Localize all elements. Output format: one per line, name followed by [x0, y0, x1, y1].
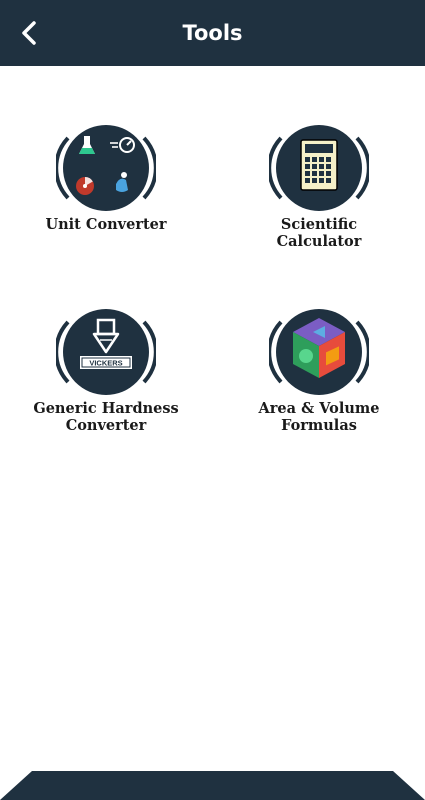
tool-label-line1: Area & Volume: [258, 400, 380, 417]
tool-label-line1: Scientific: [280, 216, 358, 233]
tool-generic-hardness-converter[interactable]: VICKERS Generic Hardness Converter: [6, 302, 206, 437]
geometric-shapes-icon: [269, 309, 369, 395]
tool-label-line2: Converter: [65, 417, 147, 434]
tool-label-line2: Calculator: [276, 233, 362, 250]
tool-label-line2: Formulas: [281, 417, 357, 434]
tool-label-line1: Unit Converter: [45, 216, 167, 233]
tool-unit-converter[interactable]: Unit Converter: [6, 118, 206, 248]
tool-scientific-calculator[interactable]: Scientific Calculator: [219, 118, 419, 253]
tool-area-volume-formulas[interactable]: Area & Volume Formulas: [219, 302, 419, 437]
tool-label-line1: Generic Hardness: [33, 400, 179, 417]
unit-converter-icon: [56, 125, 156, 211]
vickers-badge-text: VICKERS: [89, 359, 122, 368]
vickers-hardness-icon: VICKERS: [56, 309, 156, 395]
calculator-icon: [269, 125, 369, 211]
page-title: Tools: [182, 21, 243, 45]
footer-bar: [0, 771, 425, 800]
app-header: Tools: [0, 0, 425, 66]
